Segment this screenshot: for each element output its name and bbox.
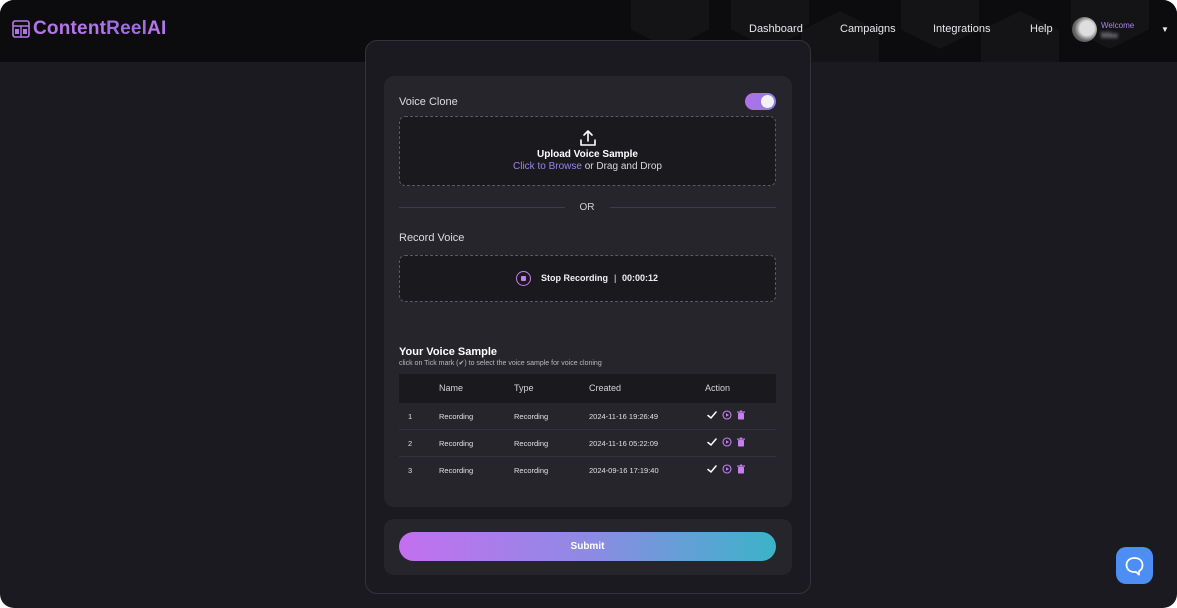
record-timer: 00:00:12 <box>622 273 659 283</box>
voice-sample-title: Your Voice Sample <box>399 346 498 358</box>
trash-icon[interactable] <box>736 410 746 420</box>
row-type: Recording <box>514 412 549 421</box>
nav-campaigns[interactable]: Campaigns <box>840 23 896 35</box>
row-created: 2024-11-16 19:26:49 <box>589 412 659 421</box>
chevron-down-icon[interactable]: ▼ <box>1161 25 1169 34</box>
nav-help[interactable]: Help <box>1030 23 1053 35</box>
or-divider-text: OR <box>579 202 595 213</box>
user-menu[interactable]: Welcome Mike ▼ <box>1072 17 1172 45</box>
logo[interactable]: ContentReelAI <box>12 18 167 40</box>
row-name: Recording <box>439 412 474 421</box>
upload-icon <box>580 130 596 146</box>
divider-left <box>399 207 565 208</box>
logo-icon <box>12 20 30 38</box>
trash-icon[interactable] <box>736 437 746 447</box>
welcome-text: Welcome <box>1101 21 1135 30</box>
play-icon[interactable] <box>722 410 732 420</box>
row-name: Recording <box>439 439 474 448</box>
check-icon[interactable] <box>707 464 717 474</box>
voice-clone-toggle[interactable] <box>745 93 776 110</box>
row-index: 3 <box>408 466 413 475</box>
row-created: 2024-09-16 17:19:40 <box>589 466 659 475</box>
upload-dropzone[interactable]: Upload Voice Sample Click to Browse or D… <box>399 116 776 186</box>
col-created: Created <box>589 383 622 393</box>
col-action: Action <box>705 383 731 393</box>
app-window: ContentReelAI Dashboard Campaigns Integr… <box>0 0 1177 608</box>
voice-sample-subtitle: click on Tick mark (✔) to select the voi… <box>399 360 602 367</box>
toggle-knob <box>761 95 774 108</box>
upload-title: Upload Voice Sample <box>537 149 638 160</box>
logo-text: ContentReelAI <box>33 18 167 39</box>
submit-button[interactable]: Submit <box>399 532 776 561</box>
play-icon[interactable] <box>722 464 732 474</box>
col-type: Type <box>514 383 534 393</box>
user-name: Mike <box>1101 31 1118 40</box>
stop-recording-button[interactable]: Stop Recording <box>541 273 608 283</box>
chat-support-icon <box>1125 557 1144 576</box>
nav-integrations[interactable]: Integrations <box>933 23 990 35</box>
table-row: 1 Recording Recording 2024-11-16 19:26:4… <box>399 403 776 430</box>
browse-link[interactable]: Click to Browse <box>513 161 582 172</box>
row-type: Recording <box>514 466 549 475</box>
stop-record-icon[interactable] <box>516 271 531 286</box>
divider-right <box>610 207 776 208</box>
table-row: 3 Recording Recording 2024-09-16 17:19:4… <box>399 457 776 484</box>
row-type: Recording <box>514 439 549 448</box>
nav-dashboard[interactable]: Dashboard <box>749 23 803 35</box>
drag-drop-text: or Drag and Drop <box>581 161 662 172</box>
row-index: 1 <box>408 412 413 421</box>
record-separator: | <box>614 273 617 283</box>
record-voice-label: Record Voice <box>399 232 465 244</box>
check-icon[interactable] <box>707 437 717 447</box>
chat-support-button[interactable] <box>1116 547 1153 584</box>
table-row: 2 Recording Recording 2024-11-16 05:22:0… <box>399 430 776 457</box>
table-header: Name Type Created Action <box>399 374 776 403</box>
col-name: Name <box>439 383 464 393</box>
play-icon[interactable] <box>722 437 732 447</box>
upload-subtitle: Click to Browse or Drag and Drop <box>400 161 775 172</box>
avatar <box>1072 17 1097 42</box>
check-icon[interactable] <box>707 410 717 420</box>
row-created: 2024-11-16 05:22:09 <box>589 439 659 448</box>
trash-icon[interactable] <box>736 464 746 474</box>
voice-clone-label: Voice Clone <box>399 96 458 108</box>
row-index: 2 <box>408 439 413 448</box>
row-name: Recording <box>439 466 474 475</box>
record-box: Stop Recording | 00:00:12 <box>399 255 776 302</box>
